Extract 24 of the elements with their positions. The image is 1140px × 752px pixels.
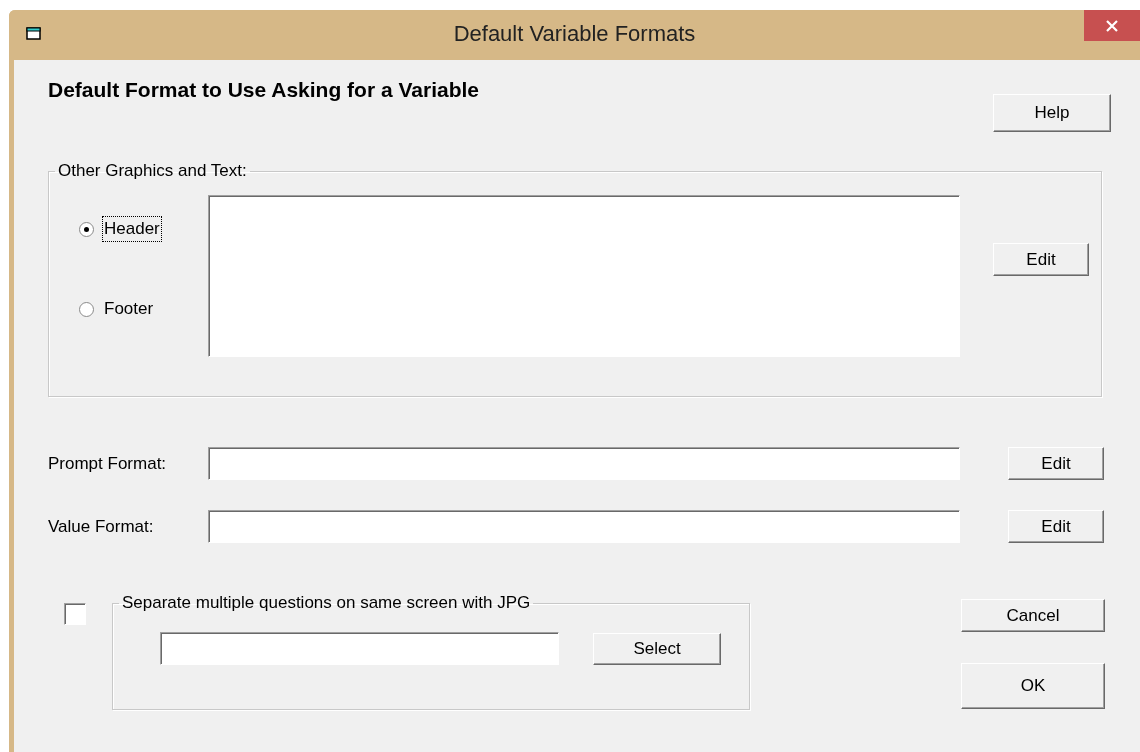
- close-icon: [1106, 19, 1118, 32]
- close-button[interactable]: [1084, 10, 1140, 41]
- group-legend: Separate multiple questions on same screen with JPG: [119, 593, 534, 613]
- edit-button[interactable]: Edit: [993, 243, 1089, 276]
- dialog-heading: Default Format to Use Asking for a Variable: [48, 78, 479, 102]
- radio-button[interactable]: [79, 301, 94, 317]
- edit-button[interactable]: Edit: [1008, 510, 1104, 543]
- dialog-button[interactable]: OK: [961, 663, 1105, 709]
- group-legend: Other Graphics and Text:: [55, 161, 250, 181]
- input-field[interactable]: [208, 447, 960, 480]
- field-label: Value Format:: [48, 516, 155, 537]
- radio-label[interactable]: Header: [103, 217, 161, 241]
- window-title: Default Variable Formats: [452, 21, 697, 47]
- radio-button[interactable]: [79, 221, 94, 237]
- radio-label[interactable]: Footer: [103, 297, 155, 321]
- field-label: Prompt Format:: [48, 453, 168, 474]
- help-button[interactable]: Help: [993, 94, 1111, 132]
- input-field[interactable]: [208, 510, 960, 543]
- window-icon: [26, 27, 42, 41]
- dialog-button[interactable]: Cancel: [961, 599, 1105, 632]
- checkbox[interactable]: [64, 603, 86, 625]
- edit-button[interactable]: Edit: [1008, 447, 1104, 480]
- select-button[interactable]: Select: [593, 632, 721, 665]
- input-field[interactable]: [160, 632, 559, 665]
